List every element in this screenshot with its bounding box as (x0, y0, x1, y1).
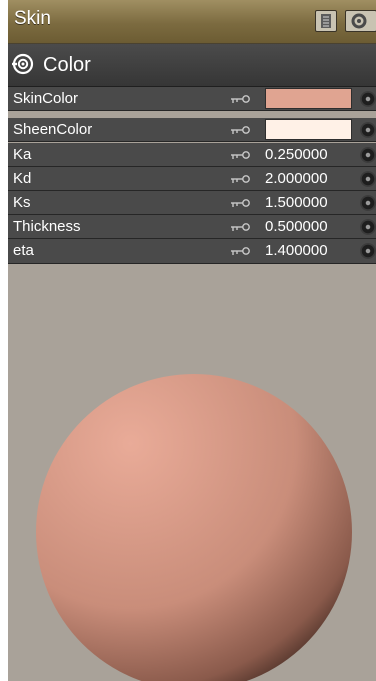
material-preview (8, 265, 376, 681)
shader-panel: Skin Color SkinColor SheenColor Ka 0.250… (8, 0, 376, 681)
preview-sphere (36, 374, 352, 681)
